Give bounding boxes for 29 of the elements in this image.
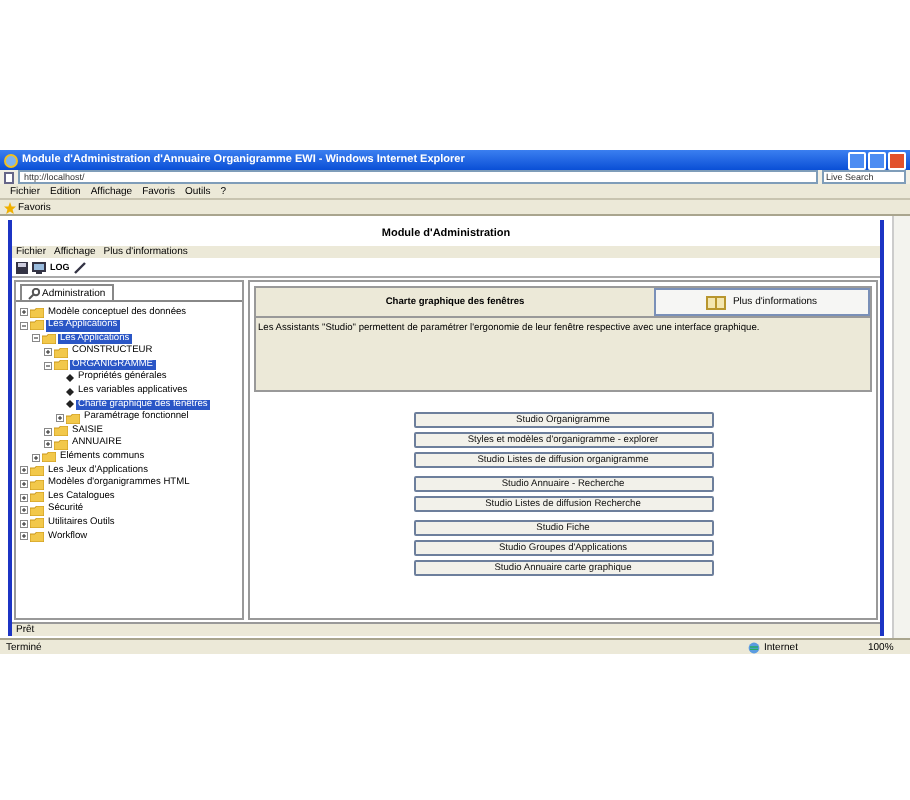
bullet-icon [66, 374, 74, 383]
expand-icon[interactable] [20, 466, 28, 475]
bullet-icon [66, 387, 74, 396]
expand-icon[interactable] [20, 519, 28, 528]
expand-icon[interactable] [44, 348, 52, 357]
globe-icon [748, 641, 760, 653]
collapse-icon[interactable] [44, 361, 52, 370]
expand-icon[interactable] [20, 308, 28, 317]
save-icon [16, 261, 28, 273]
book-icon [706, 295, 727, 309]
browser-icon [4, 153, 18, 167]
expand-icon[interactable] [20, 493, 28, 502]
expand-icon[interactable] [20, 480, 28, 489]
star-icon [4, 201, 16, 213]
page-icon [4, 171, 14, 183]
minimize-button[interactable] [848, 151, 866, 169]
pencil-icon [73, 261, 86, 273]
scrollbar[interactable] [892, 216, 910, 638]
close-button[interactable] [888, 151, 906, 169]
maximize-button[interactable] [868, 151, 886, 169]
expand-icon[interactable] [20, 506, 28, 515]
collapse-icon[interactable] [32, 334, 40, 343]
expand-icon[interactable] [20, 532, 28, 541]
expand-icon[interactable] [44, 427, 52, 436]
monitor-icon [32, 261, 46, 273]
expand-icon[interactable] [32, 453, 40, 462]
collapse-icon[interactable] [20, 321, 28, 330]
expand-icon[interactable] [44, 440, 52, 449]
expand-icon[interactable] [56, 414, 64, 423]
